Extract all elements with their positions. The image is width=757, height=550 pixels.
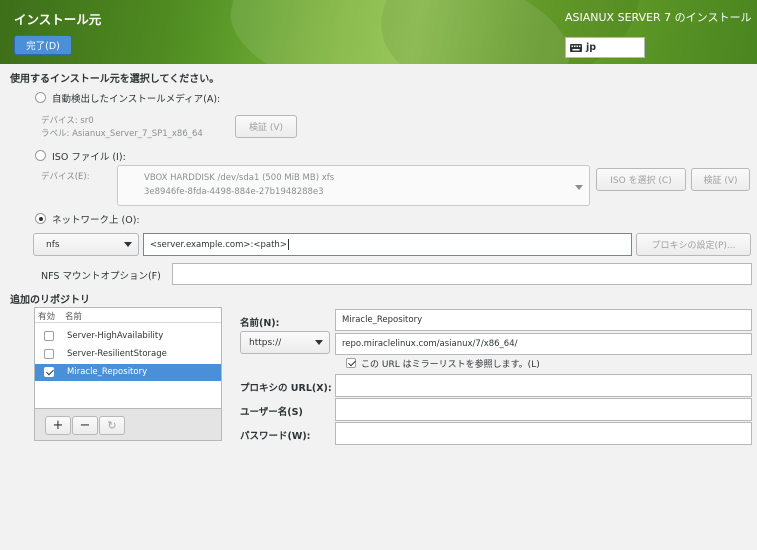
reset-repo-button[interactable]: ↻ <box>99 416 125 435</box>
repo-row-selected[interactable]: Miracle_Repository <box>35 364 221 381</box>
iso-device-line1: VBOX HARDDISK /dev/sda1 (500 MiB MB) xfs <box>144 173 335 183</box>
product-title: ASIANUX SERVER 7 のインストール <box>565 11 752 24</box>
mirrorlist-checkbox[interactable] <box>346 358 356 368</box>
iso-radio[interactable] <box>35 150 46 161</box>
repos-heading: 追加のリポジトリ <box>10 295 90 306</box>
network-url-input[interactable]: <server.example.com>:<path> <box>143 233 632 256</box>
network-protocol-combo[interactable]: nfs <box>33 233 139 256</box>
col-name-header[interactable]: 名前 <box>65 310 82 322</box>
select-iso-button[interactable]: ISO を選択 (C) <box>596 168 686 191</box>
repo-toolbar: + − ↻ <box>34 408 222 441</box>
iso-device-combo[interactable]: VBOX HARDDISK /dev/sda1 (500 MiB MB) xfs… <box>117 165 590 206</box>
repo-url-input[interactable]: repo.miraclelinux.com/asianux/7/x86_64/ <box>335 333 752 355</box>
iso-device-line2: 3e8946fe-8fda-4498-884e-27b1948288e3 <box>144 187 324 197</box>
repo-row[interactable]: Server-ResilientStorage <box>35 346 221 363</box>
repo-protocol-combo[interactable]: https:// <box>240 331 330 354</box>
repo-enabled-checkbox[interactable] <box>44 367 54 377</box>
repo-row[interactable]: Server-HighAvailability <box>35 328 221 345</box>
col-enabled-header[interactable]: 有効 <box>38 310 55 322</box>
keyboard-layout-label: jp <box>586 42 597 53</box>
network-protocol-value: nfs <box>46 239 60 250</box>
chevron-down-icon <box>315 340 323 345</box>
chevron-down-icon <box>124 242 132 247</box>
password-input[interactable] <box>335 422 752 445</box>
iso-device-label: デバイス(E): <box>41 172 90 182</box>
chevron-down-icon <box>575 185 583 190</box>
repo-name: Server-HighAvailability <box>67 331 164 341</box>
repo-list-header: 有効 名前 <box>35 308 221 323</box>
nfs-options-input[interactable] <box>172 263 752 285</box>
auto-media-label[interactable]: 自動検出したインストールメディア(A): <box>52 91 220 105</box>
password-label: パスワード(W): <box>240 431 311 442</box>
repo-protocol-value: https:// <box>249 337 282 348</box>
auto-device-text: デバイス: sr0 <box>41 116 94 126</box>
repo-name-label: 名前(N): <box>240 318 280 329</box>
nfs-options-label: NFS マウントオプション(F) <box>41 271 161 282</box>
iso-label[interactable]: ISO ファイル (I): <box>52 149 126 163</box>
proxy-url-label: プロキシの URL(X): <box>240 383 332 394</box>
username-input[interactable] <box>335 398 752 421</box>
username-label: ユーザー名(S) <box>240 407 303 418</box>
proxy-url-input[interactable] <box>335 374 752 397</box>
repo-enabled-checkbox[interactable] <box>44 349 54 359</box>
done-button[interactable]: 完了(D) <box>14 35 72 55</box>
proxy-settings-button[interactable]: プロキシの設定(P)... <box>636 233 751 256</box>
auto-label-text: ラベル: Asianux_Server_7_SP1_x86_64 <box>41 129 203 139</box>
text-cursor <box>287 239 289 250</box>
mirrorlist-label[interactable]: この URL はミラーリストを参照します。(L) <box>361 357 540 370</box>
add-repo-button[interactable]: + <box>45 416 71 435</box>
keyboard-layout-indicator[interactable]: jp <box>565 37 645 58</box>
repo-enabled-checkbox[interactable] <box>44 331 54 341</box>
repo-name-input[interactable]: Miracle_Repository <box>335 309 752 331</box>
repo-name: Server-ResilientStorage <box>67 349 167 359</box>
keyboard-icon <box>570 43 582 52</box>
iso-verify-button[interactable]: 検証 (V) <box>691 168 750 191</box>
page-title: インストール元 <box>14 12 102 27</box>
repo-name: Miracle_Repository <box>67 367 148 377</box>
source-heading: 使用するインストール元を選択してください。 <box>10 74 220 85</box>
network-url-value: <server.example.com>:<path> <box>150 239 287 250</box>
remove-repo-button[interactable]: − <box>72 416 98 435</box>
auto-media-radio[interactable] <box>35 92 46 103</box>
network-radio[interactable] <box>35 213 46 224</box>
network-label[interactable]: ネットワーク上 (O): <box>52 212 140 226</box>
auto-verify-button[interactable]: 検証 (V) <box>235 115 297 138</box>
